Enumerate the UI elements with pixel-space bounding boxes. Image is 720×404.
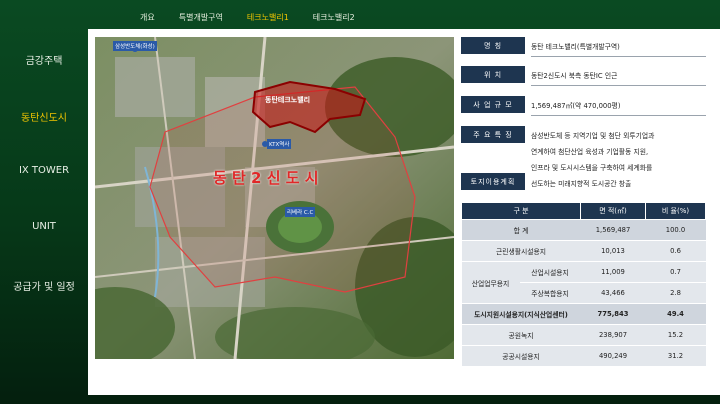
- table-row: 합 계 1,569,487 100.0: [461, 219, 706, 241]
- tab-special-zone[interactable]: 특별개발구역: [179, 12, 223, 28]
- top-tabs: 개요 특별개발구역 테크노밸리1 테크노밸리2: [130, 12, 379, 28]
- col-header-category: 구 분: [461, 202, 581, 220]
- info-key-name: 명 칭: [461, 37, 525, 54]
- row-area: 490,249: [580, 345, 646, 367]
- table-header-row: 구 분 면 적(㎡) 비 율(%): [461, 202, 706, 220]
- row-sub-label: 주상복합용지: [519, 282, 581, 304]
- info-val-features-2: 연계하여 첨단산업 육성과 기업활동 지원,: [531, 148, 649, 156]
- aerial-map: 삼성반도체(화성) 동탄테크노밸리 KTX역사 동 탄 2 신 도 시 리베라 …: [95, 37, 454, 359]
- sidebar-item-ix-tower[interactable]: IX TOWER: [0, 165, 88, 176]
- info-key-features: 주 요 특 징: [461, 126, 525, 143]
- info-key-scale: 사 업 규 모: [461, 96, 525, 113]
- tab-technovalley-2[interactable]: 테크노밸리2: [313, 12, 355, 28]
- col-header-ratio: 비 율(%): [645, 202, 706, 220]
- col-header-area: 면 적(㎡): [580, 202, 646, 220]
- row-sub-label: 산업시설용지: [519, 261, 581, 283]
- sidebar-item-dongtan[interactable]: 동탄신도시: [0, 109, 88, 124]
- tab-overview[interactable]: 개요: [140, 12, 155, 28]
- row-label: 공원녹지: [461, 324, 581, 346]
- table-row: 공공시설용지 490,249 31.2: [461, 345, 706, 367]
- info-val-features-1: 삼성반도체 등 지역기업 및 첨단 외투기업과: [531, 132, 655, 140]
- sidebar-item-geumgang[interactable]: 금강주택: [0, 52, 88, 67]
- sidebar-item-supply[interactable]: 공급가 및 일정: [0, 278, 88, 293]
- row-area: 43,466: [580, 282, 646, 304]
- info-val-name: 동탄 테크노밸리(특별개발구역): [531, 43, 620, 51]
- map-label-cc: 리베라 C.C: [285, 207, 316, 217]
- row-ratio: 0.6: [645, 240, 706, 262]
- table-row: 도시지원시설용지(지식산업센터) 775,843 49.4: [461, 303, 706, 325]
- land-use-table: 구 분 면 적(㎡) 비 율(%) 합 계 1,569,487 100.0 근린…: [461, 202, 706, 367]
- info-val-features-4: 선도하는 미래지향적 도시공간 창출: [531, 180, 632, 188]
- row-label: 합 계: [461, 219, 581, 241]
- tab-technovalley-1[interactable]: 테크노밸리1: [247, 12, 289, 28]
- map-label-city: 동 탄 2 신 도 시: [213, 169, 319, 187]
- row-ratio: 15.2: [645, 324, 706, 346]
- row-area: 1,569,487: [580, 219, 646, 241]
- row-area: 10,013: [580, 240, 646, 262]
- row-area: 238,907: [580, 324, 646, 346]
- table-row: 근린생활시설용지 10,013 0.6: [461, 240, 706, 262]
- table-row: 공원녹지 238,907 15.2: [461, 324, 706, 346]
- row-ratio: 0.7: [645, 261, 706, 283]
- info-val-location: 동탄2신도시 북측 동탄IC 인근: [531, 72, 618, 80]
- row-ratio: 49.4: [645, 303, 706, 325]
- row-group-label: 산업업무용지: [461, 261, 520, 304]
- map-label-ktx: KTX역사: [267, 139, 292, 149]
- row-label: 공공시설용지: [461, 345, 581, 367]
- map-label-technovalley: 동탄테크노밸리: [265, 96, 311, 104]
- sidebar-item-unit[interactable]: UNIT: [0, 221, 88, 232]
- table-row: 산업업무용지 산업시설용지 11,009 0.7: [461, 261, 706, 304]
- row-label: 도시지원시설용지(지식산업센터): [461, 303, 581, 325]
- row-area: 11,009: [580, 261, 646, 283]
- info-key-land-plan: 토지이용계획: [461, 173, 525, 190]
- info-key-location: 위 치: [461, 66, 525, 83]
- row-area: 775,843: [580, 303, 646, 325]
- content-panel: 삼성반도체(화성) 동탄테크노밸리 KTX역사 동 탄 2 신 도 시 리베라 …: [88, 29, 720, 395]
- row-ratio: 100.0: [645, 219, 706, 241]
- map-label-samsung: 삼성반도체(화성): [113, 41, 157, 51]
- sidebar: 금강주택 동탄신도시 IX TOWER UNIT 공급가 및 일정: [0, 0, 88, 404]
- info-val-features-3: 인프라 및 도시시스템을 구축하여 세계화를: [531, 164, 653, 172]
- row-label: 근린생활시설용지: [461, 240, 581, 262]
- row-ratio: 31.2: [645, 345, 706, 367]
- row-ratio: 2.8: [645, 282, 706, 304]
- info-val-scale: 1,569,487㎡(약 470,000평): [531, 102, 621, 110]
